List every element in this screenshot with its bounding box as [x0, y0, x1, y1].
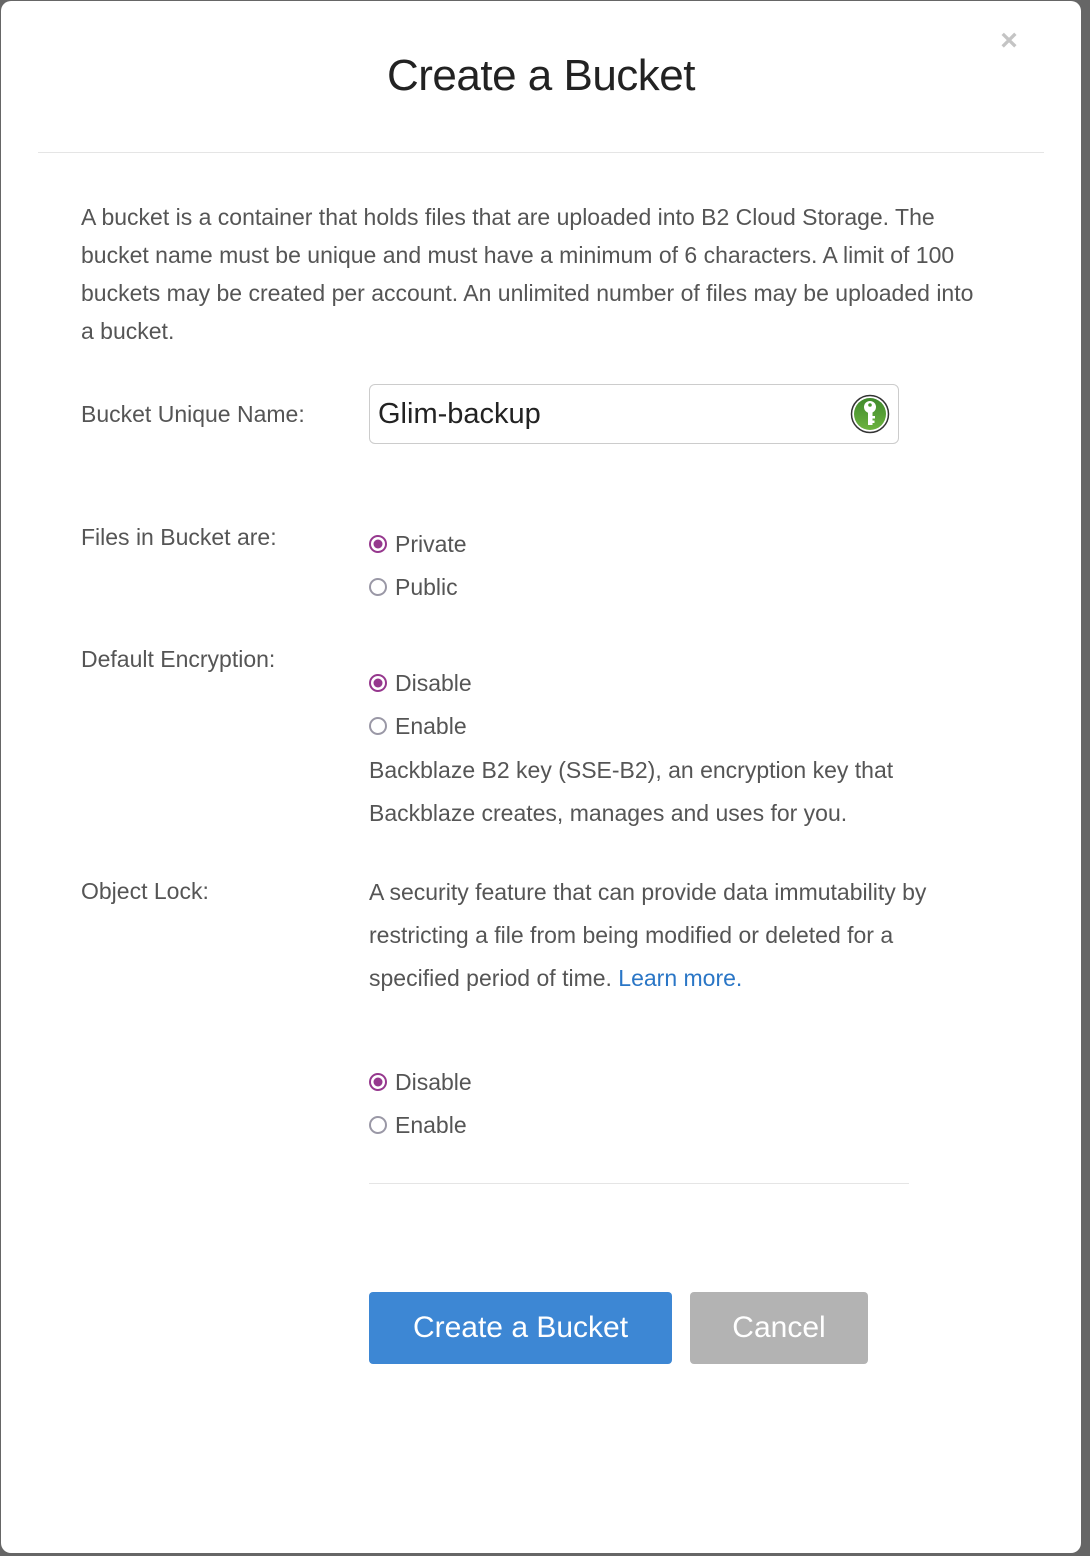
create-bucket-modal: × Create a Bucket A bucket is a containe…	[1, 1, 1081, 1553]
header-divider	[38, 152, 1044, 153]
radio-private-label: Private	[395, 530, 467, 557]
intro-text: A bucket is a container that holds files…	[81, 204, 974, 344]
password-manager-key-icon[interactable]	[850, 394, 890, 434]
radio-checked-icon[interactable]	[369, 1073, 387, 1091]
bucket-name-field[interactable]	[369, 384, 899, 444]
object-lock-label: Object Lock:	[81, 878, 209, 904]
radio-public-label: Public	[395, 573, 458, 600]
radio-encryption-enable[interactable]: Enable	[369, 711, 467, 741]
radio-encryption-enable-label: Enable	[395, 712, 467, 739]
close-icon[interactable]: ×	[997, 26, 1021, 56]
bucket-name-label: Bucket Unique Name:	[81, 401, 305, 427]
modal-title: Create a Bucket	[387, 51, 696, 100]
radio-unchecked-icon[interactable]	[369, 1116, 387, 1134]
radio-public[interactable]: Public	[369, 572, 458, 602]
files-visibility-label: Files in Bucket are:	[81, 524, 277, 550]
radio-object-lock-disable[interactable]: Disable	[369, 1067, 472, 1097]
radio-private[interactable]: Private	[369, 529, 467, 559]
object-lock-description: A security feature that can provide data…	[369, 871, 929, 1000]
create-bucket-button[interactable]: Create a Bucket	[369, 1292, 672, 1364]
cancel-button[interactable]: Cancel	[690, 1292, 868, 1364]
radio-unchecked-icon[interactable]	[369, 578, 387, 596]
radio-unchecked-icon[interactable]	[369, 717, 387, 735]
encryption-description: Backblaze B2 key (SSE-B2), an encryption…	[369, 757, 894, 826]
radio-object-lock-enable[interactable]: Enable	[369, 1110, 467, 1140]
default-encryption-label: Default Encryption:	[81, 646, 276, 672]
radio-encryption-disable[interactable]: Disable	[369, 668, 472, 698]
learn-more-link[interactable]: Learn more.	[618, 965, 742, 991]
radio-object-lock-disable-label: Disable	[395, 1068, 472, 1095]
bucket-name-input[interactable]	[378, 393, 838, 435]
footer-divider	[369, 1183, 909, 1184]
radio-checked-icon[interactable]	[369, 535, 387, 553]
radio-object-lock-enable-label: Enable	[395, 1111, 467, 1138]
radio-encryption-disable-label: Disable	[395, 669, 472, 696]
radio-checked-icon[interactable]	[369, 674, 387, 692]
